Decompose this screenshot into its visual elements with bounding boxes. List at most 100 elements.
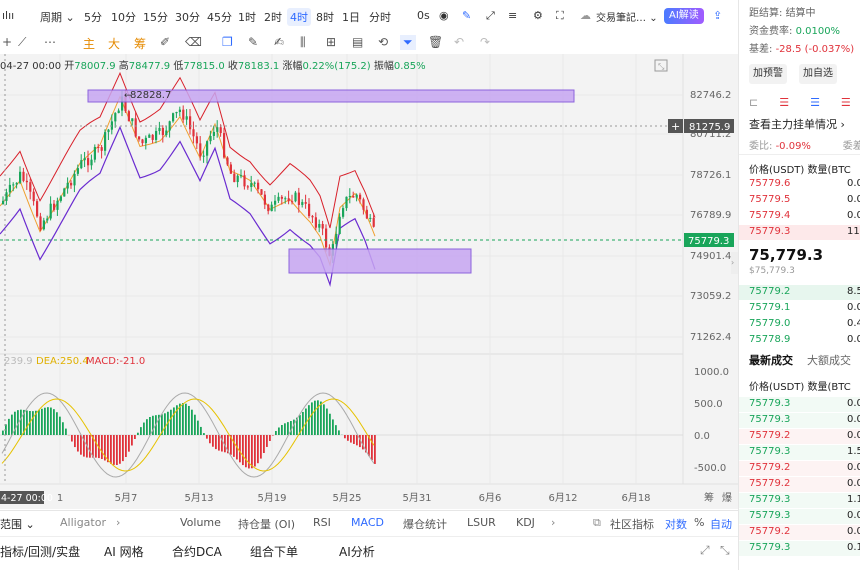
timeframe-45m[interactable]: 45分 — [207, 9, 232, 25]
candle-body — [104, 132, 107, 151]
chevron-right-icon[interactable]: › — [116, 516, 120, 529]
depth-link[interactable]: 查看主力挂单情况 › — [749, 116, 845, 132]
expand-panel-icon[interactable]: ⤢ — [700, 543, 710, 558]
eraser-icon[interactable]: ⌫ — [185, 35, 202, 49]
fullscreen-icon[interactable]: ⛶ — [556, 9, 564, 23]
tab-combo-order[interactable]: 组合下单 — [250, 543, 298, 560]
tab-indicator-backtest[interactable]: 指标/回测/实盘 — [0, 543, 80, 560]
chevron-right-icon[interactable]: › — [551, 516, 555, 529]
timeframe-2h[interactable]: 2时 — [264, 9, 282, 25]
timeframe-1h[interactable]: 1时 — [238, 9, 256, 25]
candle-body — [80, 160, 83, 169]
chart-area[interactable]: 82746.2 80711.2 78726.1 76789.9 74901.4 73059… — [0, 54, 738, 509]
tab-open-interest[interactable]: 持仓量 (OI) — [238, 516, 295, 532]
settings-icon[interactable]: ⚙ — [533, 9, 543, 22]
candle-body — [206, 141, 209, 156]
draw-icon[interactable]: ✍ — [274, 35, 284, 49]
bid-price[interactable]: 75779.2 — [749, 286, 790, 297]
share-icon[interactable]: ⇪ — [713, 9, 722, 22]
chevron-down-icon: ⌄ — [65, 11, 75, 24]
macd-bar — [293, 419, 295, 435]
add-alert-button[interactable]: 加预警 — [749, 64, 787, 84]
magnet-icon[interactable]: ⟲ — [378, 35, 388, 49]
candle-body — [321, 223, 324, 229]
candle-icon[interactable]: ⫼ — [300, 35, 306, 50]
tab-volume[interactable]: Volume — [180, 516, 221, 529]
log-scale-button[interactable]: 对数 — [665, 516, 687, 532]
timeframe-10m[interactable]: 10分 — [111, 9, 136, 25]
candle-body — [362, 199, 365, 210]
high-marker-label: 82828.7 — [130, 90, 171, 101]
tab-big-trades[interactable]: 大额成交 — [807, 352, 851, 368]
ask-price[interactable]: 75779.4 — [749, 210, 790, 221]
timeframe-5m[interactable]: 5分 — [84, 9, 102, 25]
redo-icon[interactable]: ↷ — [480, 35, 490, 49]
trash-icon[interactable]: 🗑 — [428, 35, 443, 49]
edit-icon[interactable]: ✐ — [160, 35, 170, 49]
tab-ai-grid[interactable]: AI 网格 — [104, 543, 144, 560]
note-icon[interactable]: ▤ — [352, 35, 363, 49]
brush-icon[interactable]: ✎ — [248, 35, 258, 49]
macd-bar — [275, 430, 277, 435]
expand-icon[interactable]: ⤢ — [486, 9, 495, 23]
filter-icon[interactable]: ⏷ — [400, 35, 416, 50]
tab-macd[interactable]: MACD — [351, 516, 384, 529]
candle-body — [117, 110, 120, 114]
tab-kdj[interactable]: KDJ — [516, 516, 535, 529]
alligator-tab[interactable]: Alligator — [60, 516, 106, 529]
bid-price[interactable]: 75779.1 — [749, 302, 790, 313]
candle-body — [127, 111, 130, 122]
chart-type-button[interactable]: ılıı — [2, 9, 14, 22]
tab-ai-analysis[interactable]: AI分析 — [339, 543, 375, 560]
zero-seconds-toggle[interactable]: 0s — [417, 9, 430, 22]
collapse-panel-handle[interactable]: › — [731, 252, 738, 274]
list-icon[interactable]: ≡ — [508, 9, 517, 22]
auto-scale-button[interactable]: 自动 — [710, 516, 732, 532]
candle-body — [291, 201, 294, 203]
lock-icon[interactable]: ⊞ — [326, 35, 336, 49]
add-watchlist-button[interactable]: 加自选 — [799, 64, 837, 84]
crosshair-icon[interactable]: + — [2, 35, 12, 49]
ask-qty: 11.5 — [847, 226, 860, 237]
bid-price[interactable]: 75778.9 — [749, 334, 790, 345]
tab-liquidation[interactable]: 爆仓统计 — [403, 516, 447, 532]
camera-icon[interactable]: ◉ — [439, 9, 449, 22]
more-icon[interactable]: ⋯ — [44, 35, 56, 49]
tab-latest-trades[interactable]: 最新成交 — [749, 352, 793, 368]
chip-button[interactable]: 筹 — [134, 35, 146, 52]
tab-rsi[interactable]: RSI — [313, 516, 331, 529]
close-panel-icon[interactable]: ⤡ — [720, 543, 730, 558]
ask-price[interactable]: 75779.3 — [749, 226, 790, 237]
change-value: 0.22%(175.2) — [302, 61, 371, 72]
timeframe-4h[interactable]: 4时 — [287, 8, 311, 26]
candle-body — [148, 134, 151, 138]
trendline-icon[interactable]: ⟋ — [18, 35, 26, 50]
template-dropdown[interactable]: 交易筆記… ⌄ — [596, 9, 658, 24]
tab-contract-dca[interactable]: 合约DCA — [172, 543, 222, 560]
range-dropdown[interactable]: 范围 ⌄ — [0, 516, 35, 532]
ask-price[interactable]: 75779.5 — [749, 194, 790, 205]
percent-scale-button[interactable]: % — [694, 516, 704, 529]
tab-lsur[interactable]: LSUR — [467, 516, 496, 529]
timeframe-30m[interactable]: 30分 — [175, 9, 200, 25]
info-date: 04-27 00:00 — [0, 61, 62, 72]
timeframe-1d[interactable]: 1日 — [342, 9, 360, 25]
big-order-button[interactable]: 大 — [108, 35, 120, 52]
candle-body — [42, 220, 45, 230]
candlestick-chart[interactable]: 82746.280711.278726.176789.974901.473059… — [0, 54, 738, 509]
community-indicators-button[interactable]: 社区指标 — [610, 516, 654, 532]
bid-price[interactable]: 75779.0 — [749, 318, 790, 329]
copy-icon[interactable]: ❐ — [222, 35, 233, 49]
period-dropdown[interactable]: 周期 ⌄ — [40, 9, 75, 25]
orderbook-layout-icons[interactable]: ⊏ ☰ ☰ ☰ — [749, 96, 851, 109]
candle-body — [29, 182, 32, 192]
ask-price[interactable]: 75779.6 — [749, 178, 790, 189]
undo-icon[interactable]: ↶ — [454, 35, 464, 49]
timeframe-15m[interactable]: 15分 — [143, 9, 168, 25]
timeframe-8h[interactable]: 8时 — [316, 9, 334, 25]
ai-interpret-button[interactable]: AI解读 — [664, 8, 704, 24]
timeframe-intraday[interactable]: 分时 — [369, 9, 391, 25]
pen-icon[interactable]: ✎ — [462, 9, 471, 22]
ratio-row: 委比: -0.09% 委差 — [749, 137, 860, 152]
main-indicator-button[interactable]: 主 — [83, 35, 95, 52]
